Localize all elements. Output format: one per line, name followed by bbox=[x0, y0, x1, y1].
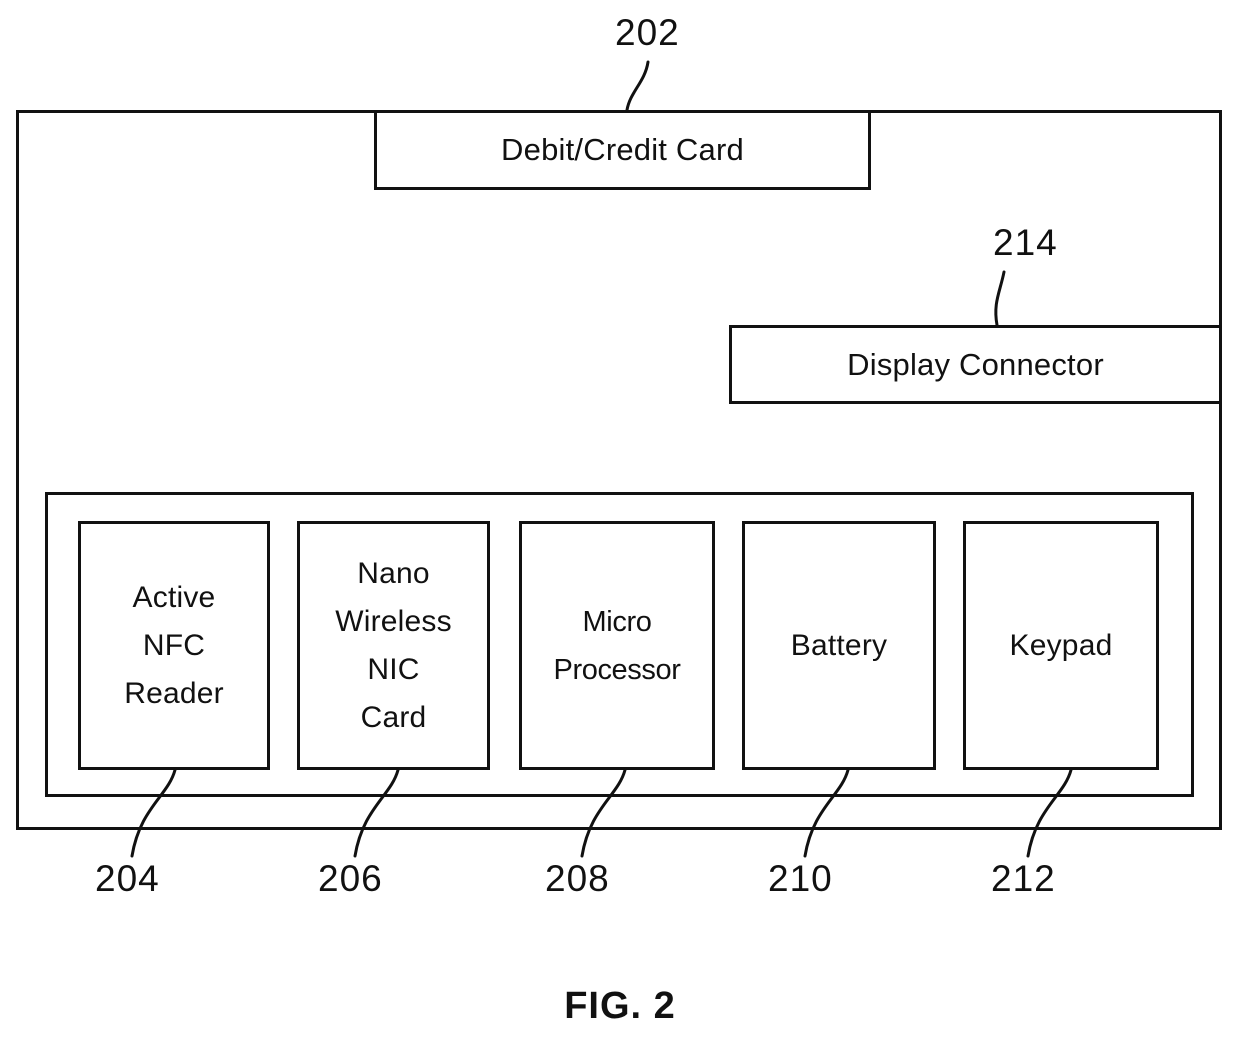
active-nfc-reader-label: Active NFC Reader bbox=[124, 580, 224, 710]
micro-processor-label: Micro Processor bbox=[553, 605, 681, 686]
keypad-block: Keypad bbox=[963, 521, 1159, 770]
reference-numeral-208: 208 bbox=[545, 858, 610, 899]
figure-caption: FIG. 2 bbox=[564, 985, 676, 1027]
reference-numeral-206: 206 bbox=[318, 858, 383, 899]
micro-processor-block: Micro Processor bbox=[519, 521, 715, 770]
display-connector-block: Display Connector bbox=[729, 325, 1222, 404]
reference-numeral-210: 210 bbox=[768, 858, 833, 899]
leader-line-202 bbox=[625, 60, 650, 112]
nano-wireless-nic-card-block: Nano Wireless NIC Card bbox=[297, 521, 490, 770]
battery-label: Battery bbox=[790, 628, 888, 662]
keypad-label: Keypad bbox=[1009, 628, 1113, 662]
reference-numeral-204: 204 bbox=[95, 858, 160, 899]
display-connector-label: Display Connector bbox=[847, 346, 1104, 382]
battery-block: Battery bbox=[742, 521, 936, 770]
debit-credit-card-block: Debit/Credit Card bbox=[374, 110, 871, 190]
reference-numeral-214: 214 bbox=[993, 222, 1058, 263]
nano-wireless-nic-card-label: Nano Wireless NIC Card bbox=[335, 556, 452, 734]
debit-credit-card-label: Debit/Credit Card bbox=[501, 132, 744, 167]
active-nfc-reader-block: Active NFC Reader bbox=[78, 521, 270, 770]
reference-numeral-212: 212 bbox=[991, 858, 1056, 899]
reference-numeral-202: 202 bbox=[615, 12, 680, 53]
